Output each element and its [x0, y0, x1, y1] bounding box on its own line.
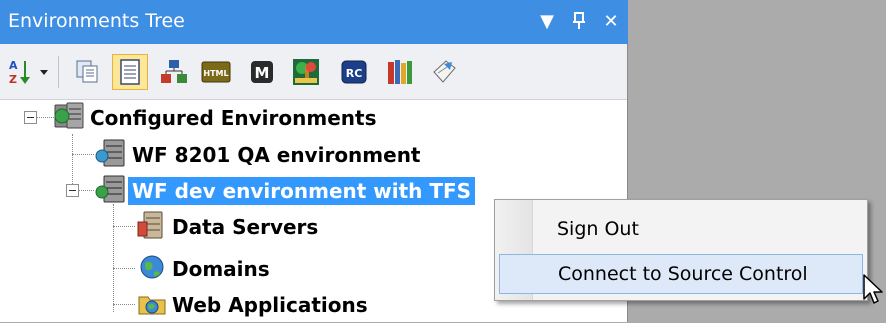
tree-node-label: Configured Environments — [90, 106, 377, 130]
html-icon[interactable]: HTML — [198, 54, 234, 90]
document-icon[interactable] — [112, 54, 148, 90]
menu-item-sign-out[interactable]: Sign Out — [499, 210, 863, 250]
tree-connector — [113, 268, 135, 269]
tree-node-web-applications[interactable]: Web Applications — [136, 287, 372, 323]
panel-title-bar: Environments Tree ▼ ✕ — [0, 0, 628, 44]
tree-connector — [113, 204, 114, 312]
tree-node-domains[interactable]: Domains — [136, 251, 274, 287]
tree-node-data-servers[interactable]: Data Servers — [136, 209, 322, 245]
document-flag-icon[interactable] — [426, 54, 462, 90]
data-servers-icon — [136, 210, 168, 244]
panel-title: Environments Tree — [8, 10, 185, 32]
tree-node-label: Web Applications — [172, 293, 368, 317]
rc-icon[interactable]: RC — [336, 54, 372, 90]
domains-globe-icon — [136, 252, 168, 286]
pin-icon[interactable] — [566, 8, 592, 34]
copy-pages-icon[interactable] — [70, 54, 106, 90]
context-menu: Sign Out Connect to Source Control — [494, 199, 868, 301]
close-icon[interactable]: ✕ — [598, 8, 624, 34]
collapse-environment-icon[interactable] — [66, 184, 79, 197]
rc-badge-text: RC — [346, 67, 363, 80]
tree-node-label: Data Servers — [172, 215, 319, 239]
server-stack-icon — [94, 138, 128, 172]
svg-text:A: A — [9, 59, 18, 72]
tree-connector — [113, 226, 135, 227]
menu-item-connect-to-source-control[interactable]: Connect to Source Control — [499, 254, 863, 294]
tree-node-label: WF 8201 QA environment — [132, 143, 421, 167]
tree-connector — [72, 154, 94, 155]
books-icon[interactable] — [382, 54, 418, 90]
tree-connector — [113, 304, 135, 305]
menu-item-label: Sign Out — [557, 218, 639, 240]
tree-connector — [72, 134, 73, 190]
sort-dropdown-icon[interactable] — [36, 54, 52, 90]
menu-item-label: Connect to Source Control — [558, 263, 808, 285]
m-icon[interactable]: M — [244, 54, 280, 90]
panel-toolbar: A Z HTML M RC — [0, 44, 627, 100]
svg-text:Z: Z — [9, 73, 17, 86]
tree-node-environment[interactable]: WF 8201 QA environment — [94, 137, 425, 173]
toolbar-separator — [58, 56, 59, 88]
collapse-root-icon[interactable] — [24, 111, 37, 124]
tree-icon[interactable] — [288, 54, 324, 90]
dropdown-icon[interactable]: ▼ — [534, 8, 560, 34]
server-stack-icon — [94, 174, 128, 208]
tree-node-configured-environments[interactable]: Configured Environments — [52, 100, 380, 136]
m-badge-text: M — [255, 64, 270, 82]
sort-az-icon[interactable]: A Z — [6, 54, 34, 90]
environments-globe-icon — [52, 101, 86, 135]
tree-node-label: Domains — [172, 257, 270, 281]
tree-node-label: WF dev environment with TFS — [128, 177, 476, 205]
web-applications-icon — [136, 288, 168, 322]
html-badge-text: HTML — [203, 69, 228, 78]
hierarchy-icon[interactable] — [156, 54, 192, 90]
mouse-cursor-icon — [862, 273, 884, 311]
tree-node-environment-selected[interactable]: WF dev environment with TFS — [94, 173, 476, 209]
